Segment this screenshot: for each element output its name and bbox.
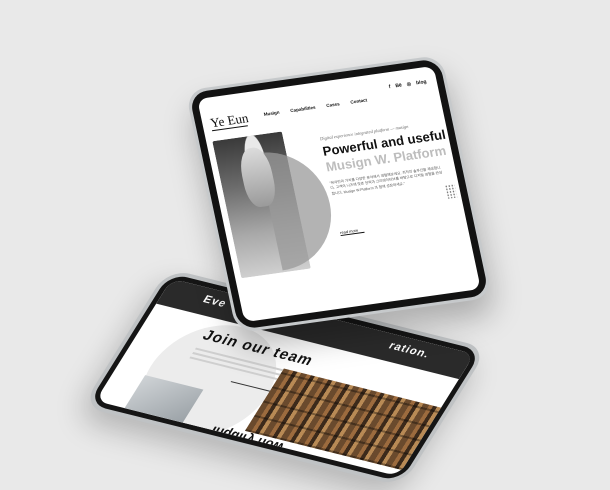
blog-link[interactable]: blog xyxy=(416,79,428,86)
bookshelf-image xyxy=(244,368,449,473)
back-top-text-left: Eve xyxy=(200,293,230,310)
back-top-text-right: ration. xyxy=(386,340,433,361)
nav-capabilities[interactable]: Capabilities xyxy=(290,105,316,113)
facebook-icon[interactable]: f xyxy=(388,84,391,90)
nav-cases[interactable]: Cases xyxy=(326,101,340,108)
instagram-icon[interactable]: ◎ xyxy=(406,81,412,87)
social-links: f Bē ◎ blog xyxy=(388,79,427,90)
nav-contact[interactable]: Contact xyxy=(350,97,368,104)
front-tablet-screen: Ye Eun Musign Capabilities Cases Contact… xyxy=(197,65,481,323)
mockup-stage: Eve ration. Join our team Inquiry now Ye… xyxy=(0,0,610,490)
behance-icon[interactable]: Bē xyxy=(395,83,403,90)
dot-grid-decoration xyxy=(444,183,458,199)
nav-links: Musign Capabilities Cases Contact xyxy=(263,97,367,116)
front-tablet: Ye Eun Musign Capabilities Cases Contact… xyxy=(185,54,493,334)
nav-musign[interactable]: Musign xyxy=(263,110,280,117)
